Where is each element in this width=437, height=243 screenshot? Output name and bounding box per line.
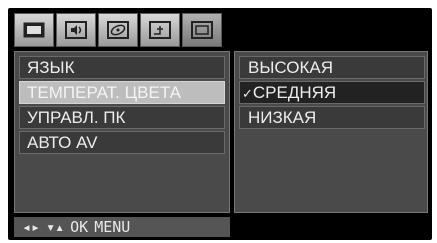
tab-screen[interactable] [182,13,222,47]
tab-function[interactable] [140,13,180,47]
graph-icon [149,21,171,39]
submenu-item-medium[interactable]: ✓СРЕДНЯЯ [239,81,425,104]
disc-icon [107,21,129,39]
osd-menu: ЯЗЫК ТЕМПЕРАТ. ЦВЕТА УПРАВЛ. ПК АВТО AV … [8,8,432,240]
monitor-icon [23,22,45,38]
screen-icon [191,21,213,39]
main-menu-panel: ЯЗЫК ТЕМПЕРАТ. ЦВЕТА УПРАВЛ. ПК АВТО AV [14,51,230,213]
menu-item-auto-av[interactable]: АВТО AV [19,131,225,154]
menu-item-pc-control[interactable]: УПРАВЛ. ПК [19,106,225,129]
tab-picture[interactable] [14,13,54,47]
submenu-item-low[interactable]: НИЗКАЯ [239,106,425,129]
tab-setup[interactable] [98,13,138,47]
ok-hint: OK [70,218,89,236]
tab-bar [14,13,222,47]
menu-item-language[interactable]: ЯЗЫК [19,56,225,79]
checkmark-icon: ✓ [242,86,253,101]
left-right-arrows-icon: ◂▸ [22,218,41,236]
speaker-icon [65,21,87,39]
submenu-panel: ВЫСОКАЯ ✓СРЕДНЯЯ НИЗКАЯ [234,51,428,213]
help-bar: ◂▸ ▾▴ OK MENU [14,217,230,237]
menu-hint: MENU [94,218,131,236]
submenu-item-label: СРЕДНЯЯ [252,83,337,102]
submenu-item-high[interactable]: ВЫСОКАЯ [239,56,425,79]
up-down-arrows-icon: ▾▴ [46,218,65,236]
tab-sound[interactable] [56,13,96,47]
menu-item-color-temperature[interactable]: ТЕМПЕРАТ. ЦВЕТА [19,81,225,104]
